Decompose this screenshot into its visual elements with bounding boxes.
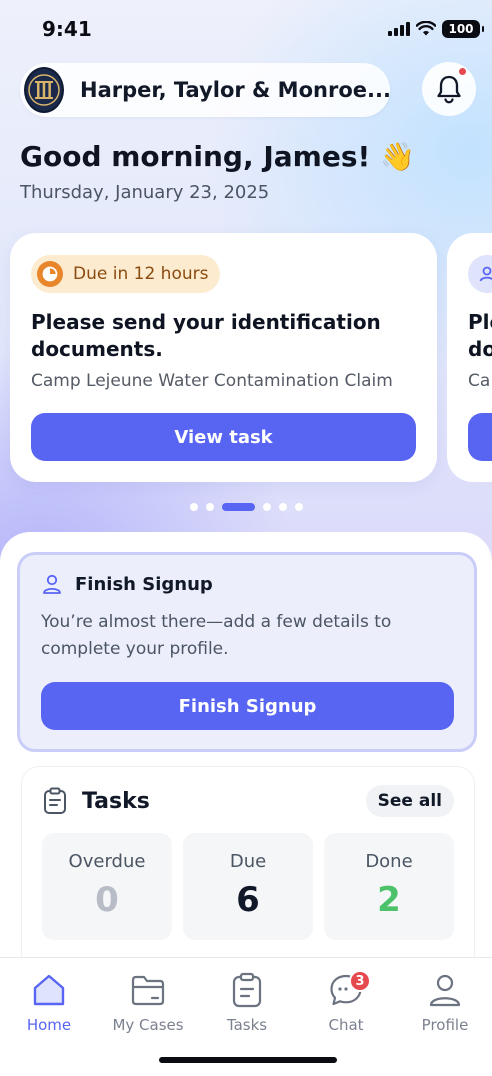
firm-logo-icon <box>28 74 60 106</box>
task-title-peek: Ple do <box>468 310 492 361</box>
stat-value: 2 <box>377 880 401 920</box>
due-label: Due in 12 hours <box>73 264 209 284</box>
stat-label: Done <box>365 851 413 872</box>
stat-done[interactable]: Done 2 <box>324 833 454 940</box>
profile-icon <box>429 974 461 1007</box>
battery-icon: 100 <box>442 20 484 38</box>
carousel-dot[interactable] <box>278 503 287 511</box>
stat-label: Overdue <box>68 851 146 872</box>
carousel-dot[interactable] <box>205 503 214 511</box>
see-all-button[interactable]: See all <box>365 785 454 817</box>
clipboard-icon <box>44 787 66 814</box>
tab-label: Profile <box>421 1016 469 1034</box>
task-case-name: Camp Lejeune Water Contamination Claim <box>31 371 393 391</box>
tab-chat[interactable]: 3 Chat <box>297 970 395 1034</box>
signup-description: You’re almost there—add a few details to… <box>41 612 392 659</box>
tasks-title: Tasks <box>82 788 150 814</box>
task-stats: Overdue 0 Due 6 Done 2 <box>42 833 454 940</box>
firm-name: Harper, Taylor & Monroe... <box>80 78 391 102</box>
tab-tasks[interactable]: Tasks <box>198 970 296 1034</box>
clipboard-icon <box>232 972 262 1008</box>
person-icon <box>43 574 61 594</box>
task-case-peek: Ca <box>468 371 491 391</box>
cellular-signal-icon <box>388 22 410 36</box>
tab-label: Home <box>26 1016 72 1034</box>
stat-overdue[interactable]: Overdue 0 <box>42 833 172 940</box>
clock-icon <box>37 261 63 287</box>
notification-dot <box>459 68 466 75</box>
stat-due[interactable]: Due 6 <box>183 833 313 940</box>
firm-selector[interactable]: Harper, Taylor & Monroe... <box>20 63 391 117</box>
carousel-dot[interactable] <box>294 503 303 511</box>
stat-label: Due <box>229 851 267 872</box>
stat-value: 0 <box>95 880 119 920</box>
tab-my-cases[interactable]: My Cases <box>99 970 197 1034</box>
task-card-next[interactable]: Ple do Ca <box>447 233 492 482</box>
task-title: Please send your identification document… <box>31 310 381 361</box>
tab-label: Chat <box>328 1016 364 1034</box>
tab-home[interactable]: Home <box>0 970 98 1034</box>
status-bar: 9:41 100 <box>0 0 492 60</box>
view-task-button-peek[interactable] <box>468 413 492 461</box>
bell-icon <box>437 75 461 104</box>
app-screen: 9:41 100 Harper, Taylor & Monroe... Good… <box>0 0 492 1076</box>
firm-logo <box>24 67 64 113</box>
current-date: Thursday, January 23, 2025 <box>20 182 270 203</box>
tab-profile[interactable]: Profile <box>396 970 492 1034</box>
wifi-icon <box>416 21 436 36</box>
status-icons: 100 <box>388 20 484 38</box>
status-time: 9:41 <box>42 17 92 41</box>
chat-unread-badge: 3 <box>349 970 371 992</box>
view-task-button[interactable]: View task <box>31 413 416 461</box>
due-badge: Due in 12 hours <box>31 255 221 293</box>
finish-signup-card: Finish Signup You’re almost there—add a … <box>17 552 477 752</box>
finish-signup-button[interactable]: Finish Signup <box>41 682 454 730</box>
carousel-pagination <box>0 503 492 511</box>
carousel-dot-active[interactable] <box>221 503 255 511</box>
signup-title: Finish Signup <box>75 573 213 595</box>
greeting: Good morning, James! 👋 <box>20 140 415 173</box>
carousel-dot[interactable] <box>189 503 198 511</box>
folder-icon <box>131 975 165 1006</box>
person-icon <box>468 255 492 293</box>
carousel-dot[interactable] <box>262 503 271 511</box>
stat-value: 6 <box>236 880 260 920</box>
tab-label: My Cases <box>112 1016 184 1034</box>
task-card[interactable]: Due in 12 hours Please send your identif… <box>10 233 437 482</box>
notifications-button[interactable] <box>422 62 476 116</box>
home-icon <box>33 974 65 1006</box>
tab-label: Tasks <box>226 1016 268 1034</box>
home-indicator <box>159 1057 337 1063</box>
